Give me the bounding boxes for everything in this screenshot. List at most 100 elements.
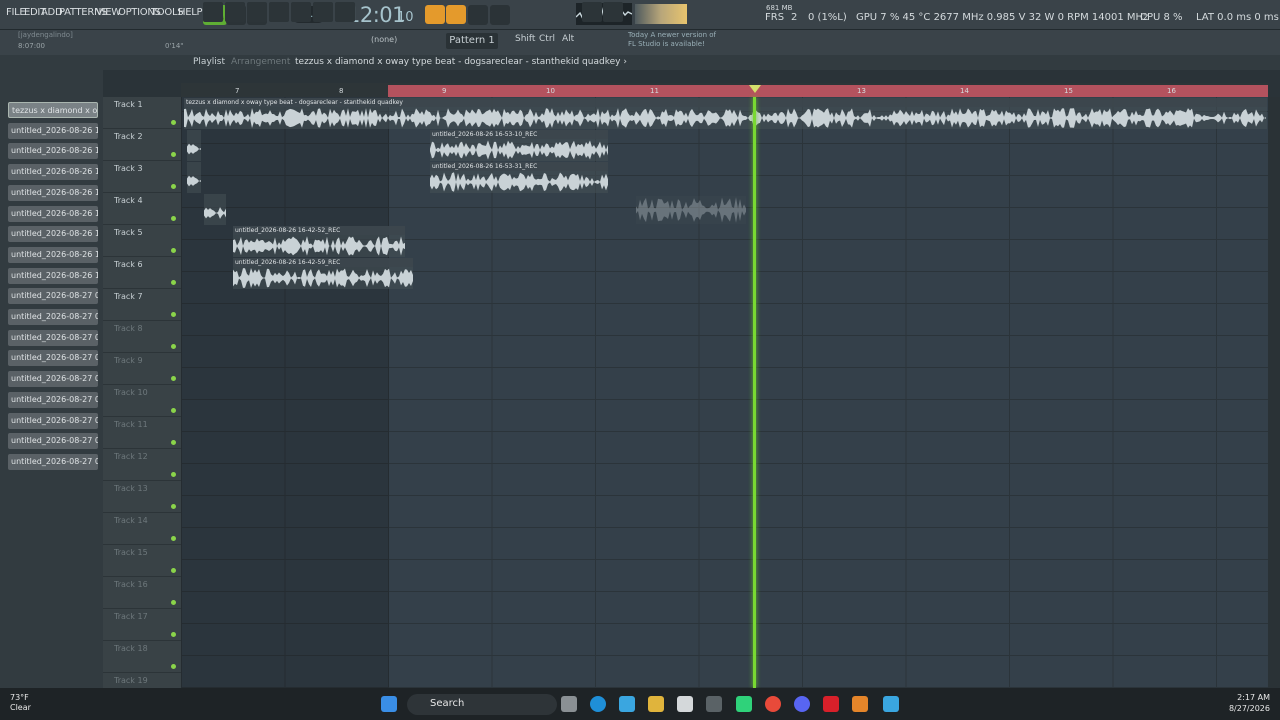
track-header[interactable]: Track 17	[103, 609, 181, 641]
track-mute-led[interactable]	[171, 184, 176, 189]
track-header[interactable]: Track 4	[103, 193, 181, 225]
track-header[interactable]: Track 13	[103, 481, 181, 513]
touch-button[interactable]	[582, 2, 602, 22]
ctrl-key[interactable]: Ctrl	[539, 34, 555, 44]
pattern-selector[interactable]: Pattern 1	[446, 33, 498, 49]
track-mute-led[interactable]	[171, 536, 176, 541]
audio-clip[interactable]: tezzus x diamond x oway type beat - dogs…	[184, 98, 1267, 129]
track-mute-led[interactable]	[171, 312, 176, 317]
track-header[interactable]: Track 5	[103, 225, 181, 257]
metronome-button[interactable]	[425, 5, 445, 24]
shift-key[interactable]: Shift	[515, 34, 535, 44]
picker-item[interactable]: untitled_2026-08-26 16-...	[8, 246, 98, 263]
picker-item[interactable]: untitled_2026-08-26 16-...	[8, 226, 98, 243]
pattern-none[interactable]: (none)	[371, 35, 397, 44]
audio-clip[interactable]: untitled_2026-08-26 16-42-52_REC	[233, 226, 405, 257]
track-header[interactable]: Track 14	[103, 513, 181, 545]
track-mute-led[interactable]	[171, 632, 176, 637]
track-header[interactable]: Track 12	[103, 449, 181, 481]
news-panel[interactable]: Today A newer version of FL Studio is av…	[628, 31, 716, 49]
view-piano-roll-button[interactable]	[247, 2, 267, 22]
track-header[interactable]: Track 1	[103, 97, 181, 129]
audio-clip-ghost[interactable]	[636, 196, 746, 224]
system-clock[interactable]: 2:17 AM 8/27/2026	[1228, 692, 1270, 714]
track-mute-led[interactable]	[171, 152, 176, 157]
countdown-button[interactable]	[446, 5, 466, 24]
track-header[interactable]: Track 7	[103, 289, 181, 321]
track-mute-led[interactable]	[171, 600, 176, 605]
app-red-icon[interactable]	[823, 696, 839, 712]
picker-item[interactable]: untitled_2026-08-26 16-...	[8, 205, 98, 222]
track-mute-led[interactable]	[171, 568, 176, 573]
discord-icon[interactable]	[794, 696, 810, 712]
view-playlist-button[interactable]	[225, 2, 245, 22]
picker-item[interactable]: untitled_2026-08-27 02-...	[8, 288, 98, 305]
picker-item[interactable]: untitled_2026-08-27 02-...	[8, 309, 98, 325]
fl-studio-icon[interactable]	[852, 696, 868, 712]
snap-button[interactable]	[203, 2, 223, 22]
picker-item[interactable]: untitled_2026-08-27 02-...	[8, 350, 98, 367]
app-icon[interactable]	[706, 696, 722, 712]
news-button[interactable]	[603, 2, 623, 22]
files-icon[interactable]	[883, 696, 899, 712]
track-header[interactable]: Track 8	[103, 321, 181, 353]
track-header[interactable]: Track 10	[103, 385, 181, 417]
microphone-button[interactable]	[335, 2, 355, 22]
track-header[interactable]: Track 3	[103, 161, 181, 193]
audio-clip[interactable]: untitled_2026-08-26 16-53-31_REC	[430, 162, 608, 193]
folder-icon[interactable]	[648, 696, 664, 712]
picker-item[interactable]: untitled_2026-08-27 02-...	[8, 433, 98, 450]
view-channel-rack-button[interactable]	[269, 2, 289, 22]
ruler-selection[interactable]	[388, 85, 1268, 97]
vertical-scrollbar[interactable]	[1268, 97, 1280, 688]
track-mute-led[interactable]	[171, 664, 176, 669]
audio-clip-small[interactable]	[187, 130, 201, 161]
view-browser-button[interactable]	[313, 2, 333, 22]
track-header[interactable]: Track 15	[103, 545, 181, 577]
audio-clip[interactable]: untitled_2026-08-26 16-53-10_REC	[430, 130, 608, 161]
audio-clip-small[interactable]	[204, 194, 226, 225]
view-mixer-button[interactable]	[291, 2, 311, 22]
track-mute-led[interactable]	[171, 344, 176, 349]
copilot-icon[interactable]	[619, 696, 635, 712]
track-mute-led[interactable]	[171, 440, 176, 445]
weather-widget[interactable]: 73°F Clear	[10, 693, 31, 713]
loop-record-button[interactable]	[490, 5, 510, 25]
edge-icon[interactable]	[590, 696, 606, 712]
picker-item[interactable]: untitled_2026-08-27 02-...	[8, 412, 98, 429]
audio-clip[interactable]: untitled_2026-08-26 16-42-59_REC	[233, 258, 413, 289]
task-view-icon[interactable]	[561, 696, 577, 712]
track-header[interactable]: Track 11	[103, 417, 181, 449]
track-mute-led[interactable]	[171, 120, 176, 125]
audio-clip-small[interactable]	[187, 162, 201, 193]
blend-notes-button[interactable]	[468, 5, 488, 25]
track-mute-led[interactable]	[171, 504, 176, 509]
playhead-marker[interactable]	[749, 85, 761, 93]
menu-help[interactable]: HELP	[178, 7, 203, 18]
track-mute-led[interactable]	[171, 216, 176, 221]
track-mute-led[interactable]	[171, 248, 176, 253]
arrangement-label[interactable]: Arrangement	[231, 57, 290, 67]
track-header[interactable]: Track 2	[103, 129, 181, 161]
chrome-icon[interactable]	[765, 696, 781, 712]
picker-item[interactable]: untitled_2026-08-27 02-...	[8, 453, 98, 470]
alt-key[interactable]: Alt	[562, 34, 574, 44]
picker-item[interactable]: untitled_2026-08-26 16-...	[8, 143, 98, 160]
terminal-icon[interactable]	[736, 696, 752, 712]
menu-file[interactable]: FILE	[6, 7, 26, 18]
track-header[interactable]: Track 16	[103, 577, 181, 609]
track-header[interactable]: Track 18	[103, 641, 181, 673]
track-mute-led[interactable]	[171, 280, 176, 285]
picker-item[interactable]: untitled_2026-08-26 17-...	[8, 267, 98, 284]
store-icon[interactable]	[677, 696, 693, 712]
picker-item[interactable]: tezzus x diamond x oway...	[8, 102, 98, 118]
start-icon[interactable]	[381, 696, 397, 712]
picker-item[interactable]: untitled_2026-08-27 02-...	[8, 391, 98, 408]
picker-item[interactable]: untitled_2026-08-26 16-...	[8, 122, 98, 139]
track-mute-led[interactable]	[171, 408, 176, 413]
picker-item[interactable]: untitled_2026-08-26 16-...	[8, 164, 98, 181]
track-header[interactable]: Track 6	[103, 257, 181, 289]
picker-item[interactable]: untitled_2026-08-26 16-...	[8, 184, 98, 201]
track-mute-led[interactable]	[171, 376, 176, 381]
picker-item[interactable]: untitled_2026-08-27 02-...	[8, 329, 98, 346]
